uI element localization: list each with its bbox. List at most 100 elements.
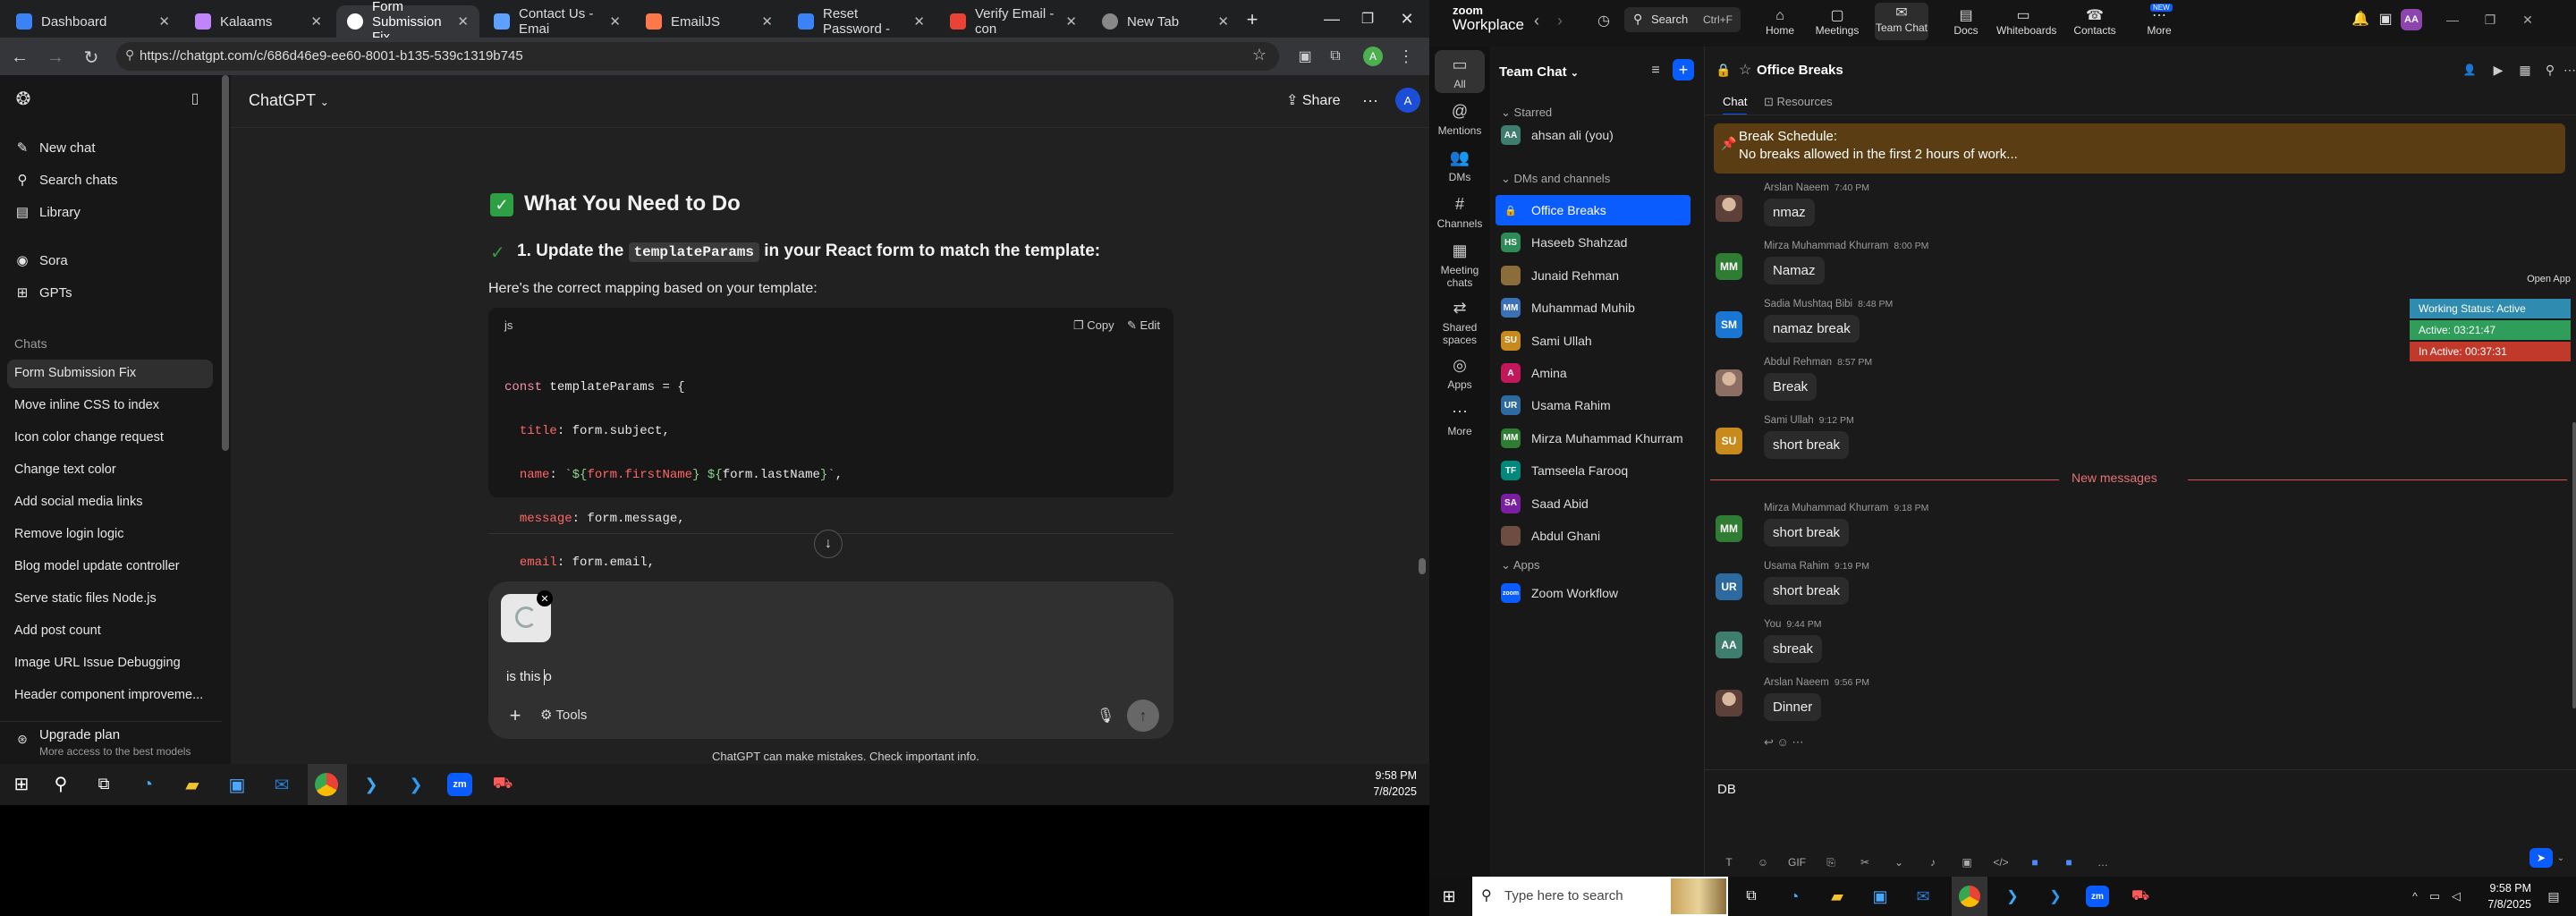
windows-start-icon[interactable]: ⊞: [11, 773, 32, 794]
send-icon[interactable]: ➤: [2529, 848, 2553, 868]
close-tab-icon[interactable]: ✕: [310, 13, 322, 30]
collapse-sidebar-icon[interactable]: ▯: [184, 88, 206, 109]
close-tab-icon[interactable]: ✕: [457, 13, 469, 30]
main-scrollbar[interactable]: [1419, 558, 1426, 574]
tray-app-icon[interactable]: ⛟: [2129, 886, 2152, 907]
sender-name[interactable]: You: [1764, 619, 1781, 630]
sender-name[interactable]: Mirza Muhammad Khurram: [1764, 503, 1888, 513]
app-icon[interactable]: ■: [2057, 853, 2080, 871]
zoom-nav-meetings[interactable]: ▢ Meetings: [1810, 5, 1864, 37]
tools-button[interactable]: ⚙ Tools: [540, 707, 587, 723]
chat-item[interactable]: Change text color: [14, 462, 116, 477]
file-icon[interactable]: ⎘: [1819, 853, 1843, 871]
code-snippet-icon[interactable]: </>: [1989, 853, 2012, 871]
browser-tab[interactable]: Contact Us - Emai ✕: [483, 5, 631, 38]
channel-item[interactable]: TF Tamseela Farooq: [1501, 457, 1628, 484]
sender-name[interactable]: Sami Ullah: [1764, 415, 1814, 426]
vscode-icon[interactable]: ❯: [2045, 886, 2066, 907]
calendar-icon[interactable]: ▦: [2515, 61, 2535, 79]
more-dots-icon[interactable]: ⋯: [2562, 61, 2576, 79]
sidebar-scrollbar[interactable]: [222, 75, 229, 451]
bookmark-star-icon[interactable]: ☆: [1252, 46, 1267, 64]
app-item[interactable]: zoom Zoom Workflow: [1501, 580, 1618, 606]
zoom-nav-more[interactable]: ⋯ More NEW: [2132, 4, 2186, 37]
upgrade-plan-button[interactable]: ⊛ Upgrade plan More access to the best m…: [0, 721, 222, 764]
sender-avatar[interactable]: [1716, 369, 1742, 396]
search-icon[interactable]: ⚲: [50, 773, 72, 794]
browser-tab[interactable]: Reset Password - ✕: [787, 5, 936, 38]
copy-code-button[interactable]: ❐ Copy: [1073, 318, 1114, 333]
rail-shared-spaces[interactable]: ⇄ Shared spaces: [1429, 299, 1490, 346]
sender-avatar[interactable]: UR: [1716, 573, 1742, 600]
browser-tab[interactable]: Verify Email - con ✕: [939, 5, 1088, 38]
audio-icon[interactable]: ♪: [1921, 853, 1945, 871]
sender-avatar[interactable]: [1716, 690, 1742, 717]
tab-chat[interactable]: Chat: [1723, 95, 1748, 115]
store-icon[interactable]: ▣: [225, 773, 249, 796]
sender-name[interactable]: Usama Rahim: [1764, 561, 1829, 572]
store-icon[interactable]: ▣: [1869, 886, 1891, 907]
message-input[interactable]: DB: [1717, 782, 1736, 797]
browser-menu-icon[interactable]: ⋮: [1397, 45, 1415, 68]
star-icon[interactable]: ☆: [1739, 61, 1751, 79]
emoji-icon[interactable]: ☺: [1751, 853, 1775, 871]
restore-icon[interactable]: ❐: [2479, 11, 2501, 29]
format-text-icon[interactable]: T: [1717, 853, 1741, 871]
user-avatar[interactable]: A: [1395, 88, 1420, 113]
zoom-search-box[interactable]: ⚲ Search Ctrl+F: [1624, 7, 1741, 32]
chat-item[interactable]: Header component improveme...: [14, 688, 203, 702]
back-arrow-icon[interactable]: ‹: [1528, 11, 1546, 30]
volume-icon[interactable]: ◁: [2447, 887, 2465, 905]
notification-bell-icon[interactable]: 🔔: [2351, 9, 2370, 29]
file-explorer-icon[interactable]: ▰: [1826, 886, 1848, 907]
browser-tab[interactable]: New Tab ✕: [1091, 5, 1240, 38]
zoom-nav-home[interactable]: ⌂ Home: [1753, 5, 1807, 37]
browser-tab[interactable]: Kalaams ✕: [184, 5, 333, 38]
chat-item[interactable]: Serve static files Node.js: [14, 591, 157, 606]
expand-icon[interactable]: ⌄: [1887, 853, 1911, 871]
members-icon[interactable]: 👤: [2460, 61, 2479, 79]
starred-heading[interactable]: ⌄ Starred: [1501, 106, 1552, 120]
search-icon[interactable]: ⚲: [2540, 61, 2560, 79]
taskbar-search-box[interactable]: ⚲ Type here to search: [1472, 877, 1728, 916]
rail-apps[interactable]: ◎ Apps: [1429, 356, 1490, 391]
rail-channels[interactable]: # Channels: [1429, 195, 1490, 230]
screenshot-icon[interactable]: ✂: [1853, 853, 1877, 871]
emoji-reaction-icon[interactable]: ☺: [1777, 735, 1789, 749]
channel-item[interactable]: Junaid Rehman: [1501, 262, 1619, 289]
channel-item[interactable]: SU Sami Ullah: [1501, 327, 1592, 354]
vscode-insiders-icon[interactable]: ❯: [360, 773, 383, 796]
network-icon[interactable]: ▭: [2426, 887, 2444, 905]
channel-item[interactable]: MM Muhammad Muhib: [1501, 294, 1635, 321]
chat-item[interactable]: Image URL Issue Debugging: [14, 656, 181, 670]
channel-item[interactable]: AA ahsan ali (you): [1501, 122, 1614, 148]
microphone-icon[interactable]: 🎙: [1095, 705, 1116, 726]
profile-avatar[interactable]: A: [1363, 47, 1383, 66]
edge-browser-icon[interactable]: ◔: [136, 773, 159, 796]
sender-name[interactable]: Mirza Muhammad Khurram: [1764, 241, 1888, 251]
sender-avatar[interactable]: SM: [1716, 311, 1742, 338]
more-options-icon[interactable]: ⋯: [1360, 91, 1381, 111]
app-icon[interactable]: ■: [2023, 853, 2046, 871]
add-attachment-plus-icon[interactable]: +: [504, 704, 526, 726]
tab-resources[interactable]: ⊡ Resources: [1764, 95, 1833, 109]
rail-mentions[interactable]: @ Mentions: [1429, 102, 1490, 137]
site-info-icon[interactable]: ⚲: [125, 47, 134, 63]
zoom-app-icon[interactable]: zm: [447, 773, 472, 796]
edit-code-button[interactable]: ✎ Edit: [1127, 318, 1160, 333]
gpts-button[interactable]: ⊞ GPTs: [14, 284, 72, 301]
more-dots-icon[interactable]: ⋯: [1792, 735, 1803, 749]
close-tab-icon[interactable]: ✕: [913, 13, 925, 30]
remove-attachment-icon[interactable]: ✕: [537, 590, 553, 606]
history-icon[interactable]: ◷: [1594, 11, 1614, 30]
video-icon[interactable]: ▶: [2488, 61, 2508, 79]
forward-arrow-icon[interactable]: ›: [1551, 11, 1569, 30]
gif-icon[interactable]: GIF: [1785, 853, 1809, 871]
browser-tab-active[interactable]: Form Submission Fix ✕: [336, 0, 479, 45]
minimize-icon[interactable]: —: [2442, 11, 2463, 29]
close-tab-icon[interactable]: ✕: [761, 13, 773, 30]
chat-item[interactable]: Move inline CSS to index: [14, 398, 159, 412]
channel-item[interactable]: Abdul Ghani: [1501, 522, 1600, 549]
prompt-input[interactable]: is this o: [506, 669, 552, 684]
sender-avatar[interactable]: MM: [1716, 253, 1742, 280]
